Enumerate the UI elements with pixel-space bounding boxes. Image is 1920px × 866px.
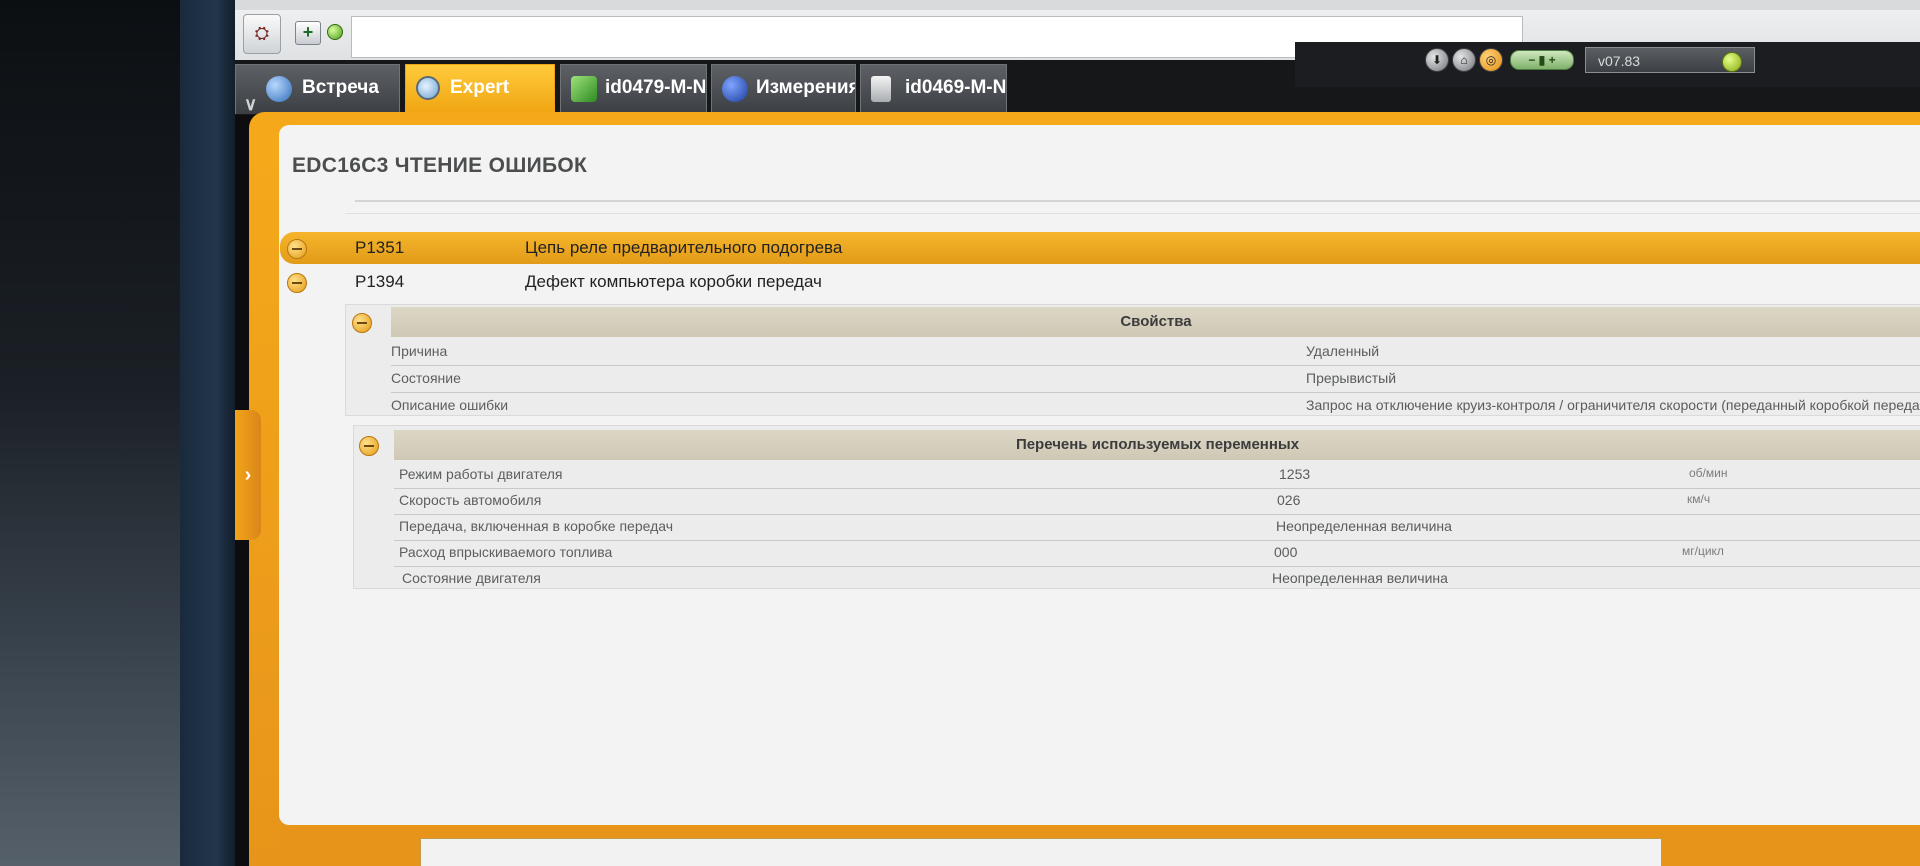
variable-value: 000: [1274, 544, 1298, 560]
variable-label: Скорость автомобиля: [399, 492, 542, 508]
status-tools: ⬇ ⌂ ◎ − ▮ + v07.83: [1295, 42, 1920, 87]
download-icon[interactable]: ⬇: [1425, 48, 1449, 72]
panel-expand-handle[interactable]: ›: [235, 410, 261, 540]
variable-row: Режим работы двигателя 1253 об/мин: [394, 462, 1920, 489]
fault-code: P1394: [355, 272, 405, 291]
properties-section: Свойства Причина Удаленный Состояние Пре…: [345, 304, 1920, 416]
variable-label: Расход впрыскиваемого топлива: [399, 544, 613, 560]
variable-value: 026: [1277, 492, 1301, 508]
variable-label: Передача, включенная в коробке передач: [399, 518, 674, 534]
property-label: Описание ошибки: [391, 397, 509, 413]
property-label: Причина: [391, 343, 448, 359]
tab-id0469[interactable]: id0469-M-NOT...: [860, 64, 1007, 114]
bottom-input[interactable]: [420, 838, 1662, 866]
tab-izmereniya[interactable]: Измерения: [711, 64, 856, 114]
fault-code: P1351: [355, 238, 405, 257]
fault-description: Дефект компьютера коробки передач: [525, 272, 822, 291]
home-icon[interactable]: ⌂: [1452, 48, 1476, 72]
divider: [355, 200, 1920, 202]
fault-row-p1351[interactable]: P1351 Цепь реле предварительного подогре…: [280, 232, 1920, 264]
status-ok-icon[interactable]: [327, 24, 343, 40]
laptop-bezel: [180, 0, 240, 866]
globe-icon: [266, 76, 292, 102]
collapse-icon[interactable]: [287, 239, 307, 259]
tab-vstrecha[interactable]: ∨ Встреча: [235, 64, 400, 114]
fault-description: Цепь реле предварительного подогрева: [525, 238, 843, 257]
version-text: v07.83: [1598, 53, 1641, 69]
connection-status-icon[interactable]: − ▮ +: [1510, 50, 1574, 70]
document-icon: [871, 76, 891, 102]
property-value: Запрос на отключение круиз-контроля / ог…: [1306, 397, 1920, 413]
menu-bar: [235, 0, 1920, 10]
tab-label: id0469-M-NOT...: [905, 77, 1007, 98]
tab-label: Expert: [450, 77, 510, 98]
variable-row: Состояние двигателя Неопределенная велич…: [394, 566, 1920, 592]
variable-row: Расход впрыскиваемого топлива 000 мг/цик…: [394, 540, 1920, 567]
property-row: Причина Удаленный: [391, 339, 1920, 366]
variables-section: Перечень используемых переменных Режим р…: [353, 425, 1920, 589]
divider: [345, 213, 1920, 214]
fault-row-p1394[interactable]: P1394 Дефект компьютера коробки передач: [280, 266, 1920, 298]
property-row: Описание ошибки Запрос на отключение кру…: [391, 393, 1920, 419]
tab-label: id0479-M-NOT...: [605, 77, 707, 98]
collapse-icon[interactable]: [359, 436, 379, 456]
collapse-icon[interactable]: [352, 313, 372, 333]
page-title: EDC16C3 ЧТЕНИЕ ОШИБОК: [292, 154, 588, 177]
property-value: Удаленный: [1306, 343, 1380, 359]
variable-row: Передача, включенная в коробке передач Н…: [394, 514, 1920, 541]
tab-label: Встреча: [302, 77, 379, 98]
variable-label: Состояние двигателя: [402, 570, 541, 586]
tab-id0479[interactable]: id0479-M-NOT...: [560, 64, 707, 114]
tab-label: Измерения: [756, 77, 856, 98]
variable-unit: мг/цикл: [1682, 544, 1724, 558]
variable-value: Неопределенная величина: [1272, 570, 1448, 586]
add-icon[interactable]: +: [295, 21, 321, 45]
module-icon: [571, 76, 597, 102]
brand-logo-icon[interactable]: ⛭: [243, 14, 281, 54]
variable-row: Скорость автомобиля 026 км/ч: [394, 488, 1920, 515]
property-row: Состояние Прерывистый: [391, 366, 1920, 393]
collapse-icon[interactable]: [287, 273, 307, 293]
settings-icon[interactable]: ◎: [1479, 48, 1503, 72]
variable-value: 1253: [1279, 466, 1311, 482]
variable-unit: км/ч: [1687, 492, 1711, 506]
chevron-down-icon[interactable]: ∨: [244, 81, 257, 114]
status-dot-icon[interactable]: [1722, 52, 1742, 72]
version-field: v07.83: [1585, 47, 1755, 73]
magnifier-icon: [416, 76, 440, 100]
waveform-icon: [722, 76, 748, 102]
app-screen: ⛭ + ∨ Встреча Expert id0479-M-NOT... Изм…: [235, 0, 1920, 866]
variable-unit: об/мин: [1689, 466, 1728, 480]
property-value: Прерывистый: [1306, 370, 1397, 386]
property-label: Состояние: [391, 370, 461, 386]
properties-header: Свойства: [391, 307, 1920, 337]
variable-label: Режим работы двигателя: [399, 466, 563, 482]
variables-header: Перечень используемых переменных: [394, 430, 1920, 460]
variable-value: Неопределенная величина: [1276, 518, 1452, 534]
tab-expert[interactable]: Expert: [405, 64, 555, 114]
